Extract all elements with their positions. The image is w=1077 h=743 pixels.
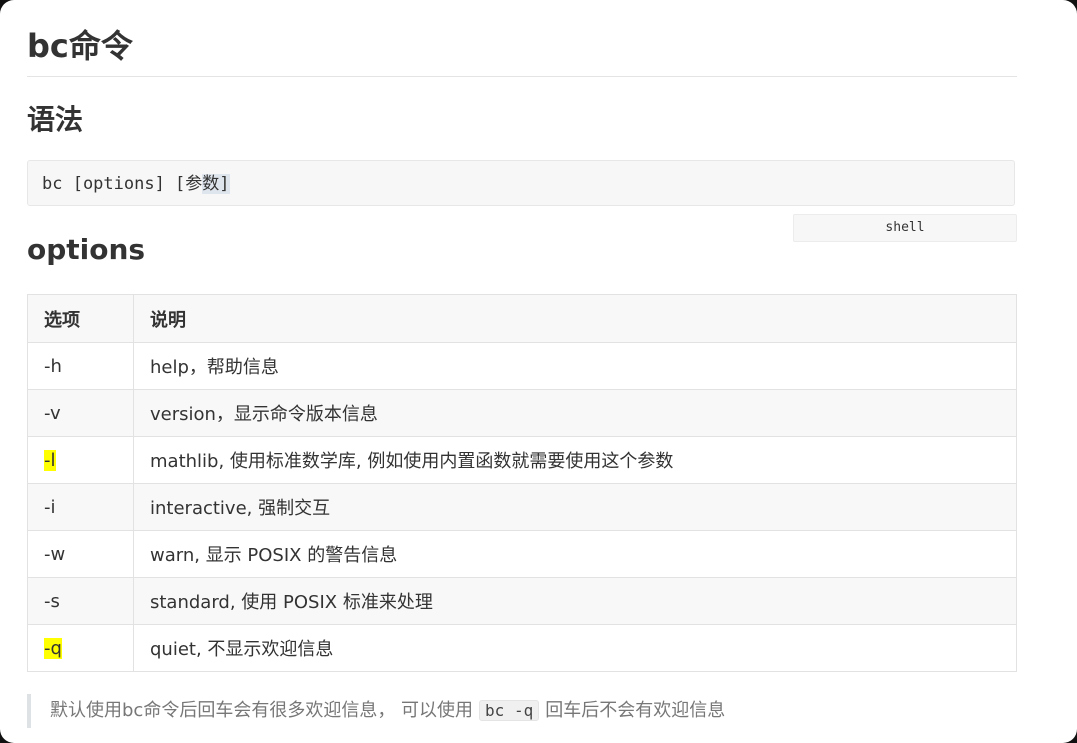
code-text: bc [options] [参 [42,174,203,194]
option-flag-highlighted: -q [44,637,62,659]
syntax-code-block[interactable]: bc [options] [参数] [27,160,1015,206]
option-cell: -v [27,389,134,437]
table-header-row: 选项 说明 [27,294,1017,343]
option-flag: -s [44,590,60,612]
options-table: 选项 说明 -h help，帮助信息 -v version，显示命令版本信息 -… [27,294,1017,672]
description-cell: version，显示命令版本信息 [133,389,1017,437]
option-cell: -l [27,436,134,484]
column-header-option: 选项 [27,294,134,343]
option-flag: -w [44,543,66,565]
option-cell: -i [27,483,134,531]
description-text: quiet, 不显示欢迎信息 [150,639,334,660]
title-divider [27,76,1017,77]
code-selected-text: 数] [202,174,230,194]
note-inline-code: bc -q [479,700,540,721]
description-cell: quiet, 不显示欢迎信息 [133,624,1017,672]
document-page: bc命令 语法 bc [options] [参数] shell options … [0,0,1077,743]
description-text: mathlib, 使用标准数学库, 例如使用内置函数就需要使用这个参数 [150,451,674,472]
description-cell: mathlib, 使用标准数学库, 例如使用内置函数就需要使用这个参数 [133,436,1017,484]
blockquote-note: 默认使用bc命令后回车会有很多欢迎信息， 可以使用 bc -q 回车后不会有欢迎信息 [27,694,1017,728]
table-row: -q quiet, 不显示欢迎信息 [27,624,1017,672]
description-cell: help，帮助信息 [133,342,1017,390]
note-text-before: 默认使用bc命令后回车会有很多欢迎信息， 可以使用 [50,700,474,721]
option-flag: -v [44,402,61,424]
table-row: -i interactive, 强制交互 [27,483,1017,531]
table-row: -l mathlib, 使用标准数学库, 例如使用内置函数就需要使用这个参数 [27,436,1017,484]
description-text: interactive, 强制交互 [150,498,331,519]
option-flag: -h [44,355,62,377]
description-text: version，显示命令版本信息 [150,404,378,425]
option-flag-highlighted: -l [44,449,56,471]
table-row: -s standard, 使用 POSIX 标准来处理 [27,577,1017,625]
table-row: -v version，显示命令版本信息 [27,389,1017,437]
description-cell: standard, 使用 POSIX 标准来处理 [133,577,1017,625]
option-cell: -s [27,577,134,625]
option-cell: -w [27,530,134,578]
table-row: -w warn, 显示 POSIX 的警告信息 [27,530,1017,578]
table-row: -h help，帮助信息 [27,342,1017,390]
option-cell: -h [27,342,134,390]
page-title: bc命令 [27,27,133,65]
description-cell: warn, 显示 POSIX 的警告信息 [133,530,1017,578]
options-heading: options [27,233,146,266]
note-text-after: 回车后不会有欢迎信息 [545,700,726,721]
description-cell: interactive, 强制交互 [133,483,1017,531]
description-text: warn, 显示 POSIX 的警告信息 [150,545,398,566]
column-header-description: 说明 [133,294,1017,343]
description-text: standard, 使用 POSIX 标准来处理 [150,592,433,613]
syntax-heading: 语法 [27,103,84,136]
code-language-tag[interactable]: shell [793,214,1017,242]
option-cell: -q [27,624,134,672]
option-flag: -i [44,496,56,518]
description-text: help，帮助信息 [150,357,279,378]
